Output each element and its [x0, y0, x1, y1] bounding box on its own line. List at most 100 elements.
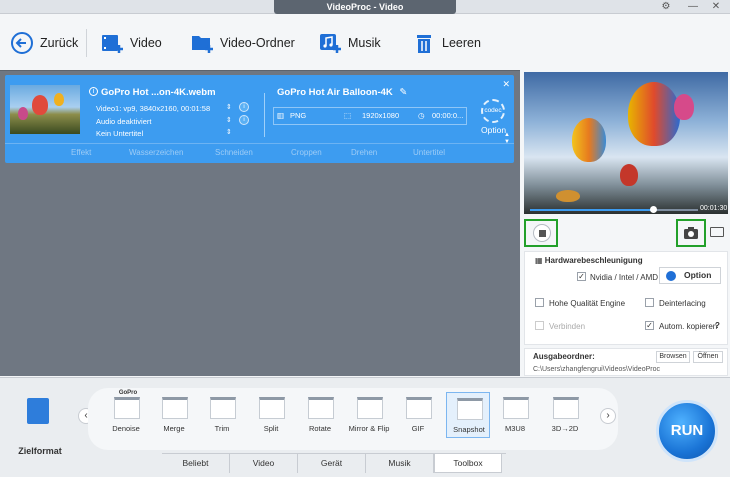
- snapshot-button[interactable]: [676, 219, 706, 247]
- merge-label: Verbinden: [549, 322, 586, 331]
- tab-musik[interactable]: Musik: [366, 454, 434, 473]
- tab-beliebt[interactable]: Beliebt: [162, 454, 230, 473]
- progress-handle[interactable]: [649, 206, 657, 213]
- scroll-right-button[interactable]: ›: [600, 408, 616, 424]
- subtitle-track[interactable]: Kein Untertitel: [96, 129, 143, 138]
- open-folder-icon[interactable]: [710, 227, 724, 237]
- tab-video[interactable]: Video: [230, 454, 298, 473]
- tool-0[interactable]: GoPro Denoise: [104, 390, 148, 436]
- cut-button[interactable]: Schneiden: [215, 148, 253, 157]
- video-track-info[interactable]: Video1: vp9, 3840x2160, 00:01:58: [96, 104, 210, 113]
- gpu-label: Nvidia / Intel / AMD: [590, 273, 659, 282]
- output-resolution: 1920x1080: [362, 111, 400, 120]
- tool-label: Split: [263, 424, 279, 433]
- chevron-updown-icon[interactable]: ⇕: [226, 103, 232, 111]
- open-button[interactable]: Öffnen: [693, 351, 723, 363]
- tool-icon: [210, 397, 236, 419]
- stop-icon: [533, 224, 551, 242]
- browse-button[interactable]: Browsen: [656, 351, 690, 363]
- output-format: PNG: [290, 111, 307, 120]
- close-button[interactable]: ✕: [709, 1, 723, 13]
- tool-1[interactable]: Merge: [152, 392, 196, 436]
- window-title: VideoProc - Video: [274, 0, 456, 14]
- effect-button[interactable]: Effekt: [71, 148, 91, 157]
- info-icon[interactable]: i: [89, 87, 98, 96]
- tool-badge: GoPro: [118, 390, 138, 396]
- tool-7[interactable]: Snapshot: [446, 392, 490, 438]
- rotate-button[interactable]: Drehen: [351, 148, 377, 157]
- deinterlacing-checkbox[interactable]: [645, 298, 654, 307]
- target-format-label: Zielformat: [18, 446, 62, 456]
- tool-label: M3U8: [504, 424, 525, 433]
- output-heading: Ausgabeordner:: [533, 352, 595, 361]
- output-filename[interactable]: GoPro Hot Air Balloon-4K ✎: [277, 87, 407, 98]
- add-folder-button[interactable]: Video-Ordner: [190, 29, 295, 57]
- chevron-updown-icon[interactable]: ⇕: [226, 116, 232, 124]
- add-video-button[interactable]: Video: [100, 29, 162, 57]
- folder-plus-icon: [192, 36, 213, 53]
- main-toolbar: Zurück Video Video-Ordner Musik Leeren: [0, 15, 730, 71]
- tool-icon: [406, 397, 432, 419]
- output-settings-row: ▥ PNG ⬚ 1920x1080 ◷ 00:00:0...: [273, 107, 467, 125]
- hw-option-button[interactable]: Option: [659, 267, 721, 284]
- tab-geraet[interactable]: Gerät: [298, 454, 366, 473]
- stop-button[interactable]: [524, 219, 558, 247]
- video-info-icon[interactable]: i: [239, 102, 249, 112]
- output-name-text: GoPro Hot Air Balloon-4K: [277, 87, 393, 98]
- output-path[interactable]: C:\Users\zhangfengrui\Videos\VideoProc: [533, 366, 660, 373]
- clear-button[interactable]: Leeren: [412, 29, 481, 57]
- tool-8[interactable]: M3U8: [493, 392, 537, 436]
- watermark-button[interactable]: Wasserzeichen: [129, 148, 183, 157]
- music-label: Musik: [348, 36, 381, 50]
- high-quality-checkbox[interactable]: [535, 298, 544, 307]
- tool-label: Rotate: [308, 424, 332, 433]
- preview-panel: 00:01:30 ▦ Hardwarebeschleunigung ✓ Nvid…: [522, 70, 730, 376]
- deinterlacing-label: Deinterlacing: [659, 299, 706, 308]
- tool-4[interactable]: Rotate: [298, 392, 342, 436]
- auto-copy-checkbox[interactable]: ✓: [645, 321, 654, 330]
- music-plus-icon: [320, 34, 341, 53]
- add-music-button[interactable]: Musik: [318, 29, 381, 57]
- run-button[interactable]: RUN: [656, 400, 718, 462]
- gpu-checkbox[interactable]: ✓: [577, 272, 586, 281]
- tool-label: 3D→2D: [551, 424, 579, 433]
- codec-option-button[interactable]: Option: [481, 125, 506, 135]
- chevron-updown-icon[interactable]: ⇕: [226, 128, 232, 136]
- target-format-button[interactable]: Zielformat: [15, 396, 65, 456]
- help-icon[interactable]: ?: [715, 321, 720, 330]
- clock-icon: ◷: [418, 111, 425, 120]
- film-plus-icon: [102, 35, 123, 53]
- playback-progress-bar[interactable]: [530, 206, 698, 213]
- progress-fill: [530, 209, 653, 211]
- edit-actions-bar: Effekt Wasserzeichen Schneiden Croppen D…: [5, 143, 514, 161]
- codec-icon[interactable]: codec: [481, 99, 505, 123]
- minimize-button[interactable]: —: [686, 1, 700, 13]
- pencil-icon[interactable]: ✎: [399, 87, 407, 98]
- camera-icon: [684, 227, 698, 239]
- tool-3[interactable]: Split: [249, 392, 293, 436]
- audio-info-icon[interactable]: i: [239, 115, 249, 125]
- tool-5[interactable]: Mirror & Flip: [347, 392, 391, 436]
- tool-icon: [308, 397, 334, 419]
- video-item-card[interactable]: i GoPro Hot ...on-4K.webm Video1: vp9, 3…: [5, 75, 514, 163]
- gear-icon[interactable]: ⚙: [659, 1, 673, 13]
- merge-checkbox[interactable]: [535, 321, 544, 330]
- video-label: Video: [130, 36, 162, 50]
- tool-icon: [162, 397, 188, 419]
- tool-label: Trim: [214, 424, 230, 433]
- crop-button[interactable]: Croppen: [291, 148, 322, 157]
- back-button[interactable]: Zurück: [10, 29, 78, 57]
- video-preview[interactable]: 00:01:30: [524, 72, 728, 214]
- target-format-icon: [27, 398, 49, 424]
- back-arrow-icon: [11, 32, 33, 54]
- remove-item-icon[interactable]: ✕: [502, 79, 510, 90]
- tool-9[interactable]: 3D→2D: [543, 392, 587, 436]
- subtitle-button[interactable]: Untertitel: [413, 148, 445, 157]
- tab-toolbox[interactable]: Toolbox: [434, 454, 502, 473]
- video-thumbnail[interactable]: [10, 85, 80, 134]
- source-filename: GoPro Hot ...on-4K.webm: [101, 87, 216, 98]
- tool-2[interactable]: Trim: [200, 392, 244, 436]
- tool-icon: [357, 397, 383, 419]
- audio-track[interactable]: Audio deaktiviert: [96, 117, 151, 126]
- tool-6[interactable]: GIF: [396, 392, 440, 436]
